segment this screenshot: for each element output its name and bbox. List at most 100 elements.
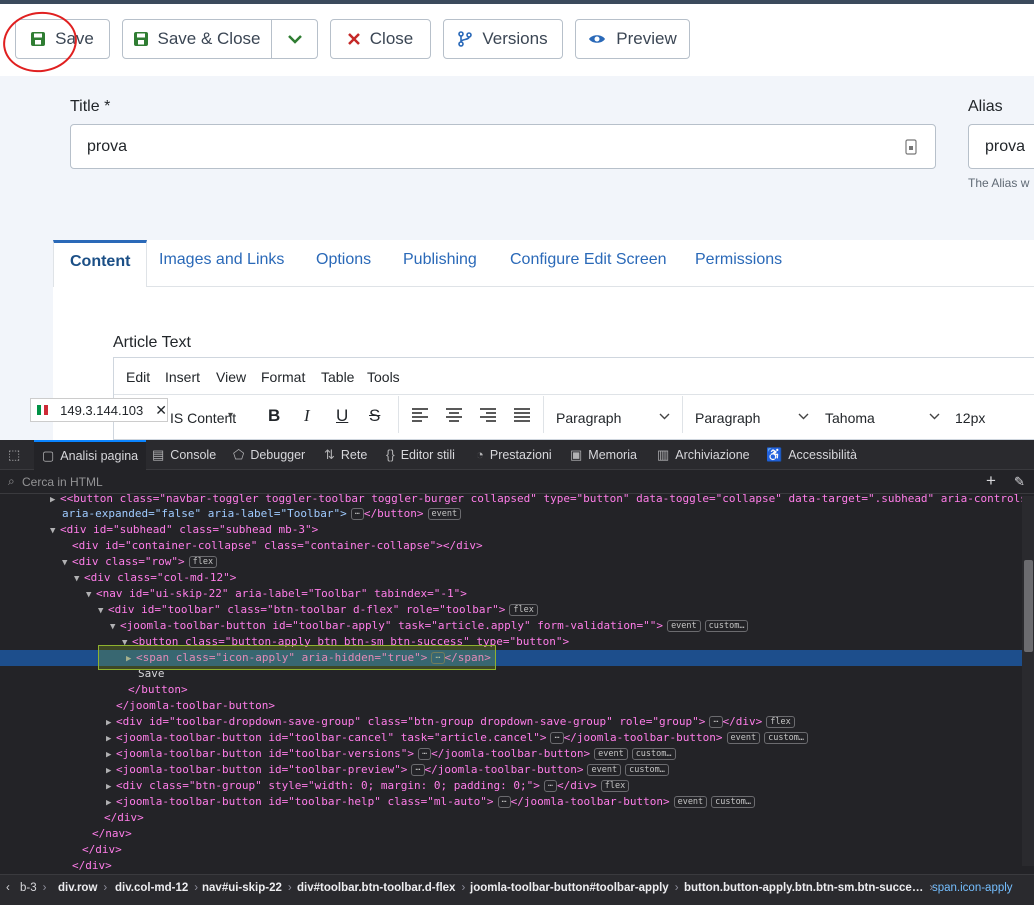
bold-icon[interactable]: B (268, 406, 280, 426)
code-line[interactable]: ▼ <div class="col-md-12"> (0, 570, 1022, 586)
cms-content-button[interactable]: IS Content (170, 410, 236, 426)
tab-debugger[interactable]: ⬠ Debugger (233, 440, 305, 470)
save-dropdown-toggle[interactable] (271, 19, 318, 59)
tab-configure-edit-screen[interactable]: Configure Edit Screen (510, 240, 667, 287)
code-line[interactable]: ▶ <div id="toolbar-dropdown-save-group" c… (0, 714, 1022, 730)
tinymce-editor: Edit Insert View Format Table Tools IS C… (113, 357, 1034, 440)
save-close-button[interactable]: Save & Close (122, 19, 272, 59)
code-line[interactable]: </button> (0, 682, 1022, 698)
menu-format[interactable]: Format (261, 369, 305, 385)
code-line[interactable]: aria-expanded="false" aria-label="Toolba… (0, 506, 1022, 522)
tab-options[interactable]: Options (316, 240, 371, 287)
align-left-icon[interactable] (412, 408, 428, 422)
menu-table[interactable]: Table (321, 369, 354, 385)
green-highlight-annotation (98, 645, 496, 670)
close-icon[interactable]: ✕ (155, 402, 167, 419)
code-line[interactable]: ▶ <div class="btn-group" style="width: 0;… (0, 778, 1022, 794)
ip-address-overlay: 149.3.144.103 ✕ (30, 398, 168, 422)
title-input[interactable]: prova (70, 124, 936, 169)
ip-address: 149.3.144.103 (60, 402, 144, 418)
breadcrumb-item[interactable]: button.button-apply.btn.btn-sm.btn-succe… (684, 875, 933, 902)
menu-view[interactable]: View (216, 369, 246, 385)
code-line[interactable]: <div id="container-collapse" class="cont… (0, 538, 1022, 554)
format-select-1[interactable]: Paragraph (556, 410, 621, 426)
tab-inspector[interactable]: ▢ Analisi pagina (34, 440, 147, 470)
tab-accessibility[interactable]: ♿ Accessibilità (766, 440, 857, 470)
chevron-down-icon (798, 413, 809, 420)
code-line[interactable]: ▶ <joomla-toolbar-button id="toolbar-help… (0, 794, 1022, 810)
alias-label: Alias (968, 98, 1003, 115)
code-line[interactable]: ▼ <div id="toolbar" class="btn-toolbar d-… (0, 602, 1022, 618)
search-placeholder: Cerca in HTML (22, 475, 103, 489)
alias-value: prova (985, 137, 1026, 155)
close-label: Close (369, 29, 414, 48)
eye-icon (589, 35, 606, 43)
code-line[interactable]: </div> (0, 858, 1022, 874)
tab-images-links[interactable]: Images and Links (159, 240, 284, 287)
breadcrumb-item[interactable]: div.col-md-12 › (115, 875, 198, 902)
devtools-panel: ⬚ ▢ Analisi pagina ▤ Console ⬠ Debugger ⇅ Re… (0, 440, 1034, 905)
versions-button[interactable]: Versions (443, 19, 563, 59)
add-node-icon[interactable]: + (986, 471, 996, 491)
tab-permissions[interactable]: Permissions (695, 240, 782, 287)
code-line[interactable]: ▶ <joomla-toolbar-button id="toolbar-canc… (0, 730, 1022, 746)
preview-label: Preview (616, 29, 677, 48)
breadcrumb-item[interactable]: div#toolbar.btn-toolbar.d-flex › (297, 875, 465, 902)
code-branch-icon (458, 31, 473, 47)
code-line[interactable]: ▶ <joomla-toolbar-button id="toolbar-vers… (0, 746, 1022, 762)
breadcrumb-item[interactable]: div.row › (58, 875, 107, 902)
chevron-down-icon: ▾ (228, 410, 234, 421)
tab-console[interactable]: ▤ Console (152, 440, 216, 470)
eyedropper-icon[interactable]: ✎ (1014, 474, 1025, 490)
align-justify-icon[interactable] (514, 408, 530, 422)
tab-storage[interactable]: ▥ Archiviazione (657, 440, 750, 470)
devtools-scrollbar[interactable] (1022, 496, 1034, 866)
tab-content[interactable]: Content (53, 240, 148, 288)
menu-insert[interactable]: Insert (165, 369, 200, 385)
strikethrough-icon[interactable]: S (369, 406, 380, 426)
tab-memory[interactable]: ▣ Memoria (570, 440, 637, 470)
title-value: prova (87, 137, 128, 155)
align-right-icon[interactable] (480, 408, 496, 422)
breadcrumb-item[interactable]: nav#ui-skip-22 › (202, 875, 292, 902)
close-button[interactable]: Close (330, 19, 431, 59)
save-close-label: Save & Close (157, 29, 261, 48)
devtools-tabs: ⬚ ▢ Analisi pagina ▤ Console ⬠ Debugger ⇅ Re… (0, 440, 1034, 470)
tab-network[interactable]: ⇅ Rete (324, 440, 367, 470)
versions-label: Versions (482, 29, 548, 48)
code-line[interactable]: </div> (0, 810, 1022, 826)
toolbar-separator (398, 396, 399, 433)
code-line[interactable]: ▶ <joomla-toolbar-button id="toolbar-prev… (0, 762, 1022, 778)
underline-icon[interactable]: U (336, 406, 348, 426)
breadcrumb-item-selected[interactable]: span.icon-apply (932, 875, 1013, 902)
code-line[interactable]: </joomla-toolbar-button> (0, 698, 1022, 714)
title-label: Title * (70, 98, 111, 115)
pick-element-icon[interactable]: ⬚ (8, 440, 20, 470)
font-family-select[interactable]: Tahoma (825, 410, 875, 426)
tab-style-editor[interactable]: {} Editor stili (386, 440, 455, 470)
breadcrumb-item[interactable]: joomla-toolbar-button#toolbar-apply › (470, 875, 679, 902)
preview-button[interactable]: Preview (575, 19, 690, 59)
menu-edit[interactable]: Edit (126, 369, 150, 385)
code-line[interactable]: ▶ <<button class="navbar-toggler toggler-… (0, 491, 1022, 507)
code-line[interactable]: </div> (0, 842, 1022, 858)
format-select-2[interactable]: Paragraph (695, 410, 760, 426)
tab-performance[interactable]: ◔ Prestazioni (476, 440, 552, 470)
align-center-icon[interactable] (446, 408, 462, 422)
code-line[interactable]: </nav> (0, 826, 1022, 842)
code-line[interactable]: ▼ <joomla-toolbar-button id="toolbar-appl… (0, 618, 1022, 634)
alias-input[interactable]: prova (968, 124, 1034, 169)
code-line[interactable]: ▼ <div id="subhead" class="subhead mb-3"> (0, 522, 1022, 538)
scrollbar-thumb[interactable] (1024, 560, 1033, 652)
italic-icon[interactable]: I (304, 406, 310, 426)
code-line[interactable]: ▼ <nav id="ui-skip-22" aria-label="Toolba… (0, 586, 1022, 602)
toolbar: Save Save & Close Close Versions Preview (0, 4, 1034, 76)
breadcrumb-item[interactable]: b-3 › (20, 875, 46, 902)
breadcrumb-scroll-left-icon[interactable]: ‹ (6, 875, 10, 902)
font-size-select[interactable]: 12px (955, 410, 985, 426)
tab-publishing[interactable]: Publishing (403, 240, 477, 287)
article-text-label: Article Text (113, 334, 191, 351)
menu-tools[interactable]: Tools (367, 369, 400, 385)
code-line[interactable]: ▼ <div class="row"> flex (0, 554, 1022, 570)
console-icon: ▤ (152, 447, 165, 462)
